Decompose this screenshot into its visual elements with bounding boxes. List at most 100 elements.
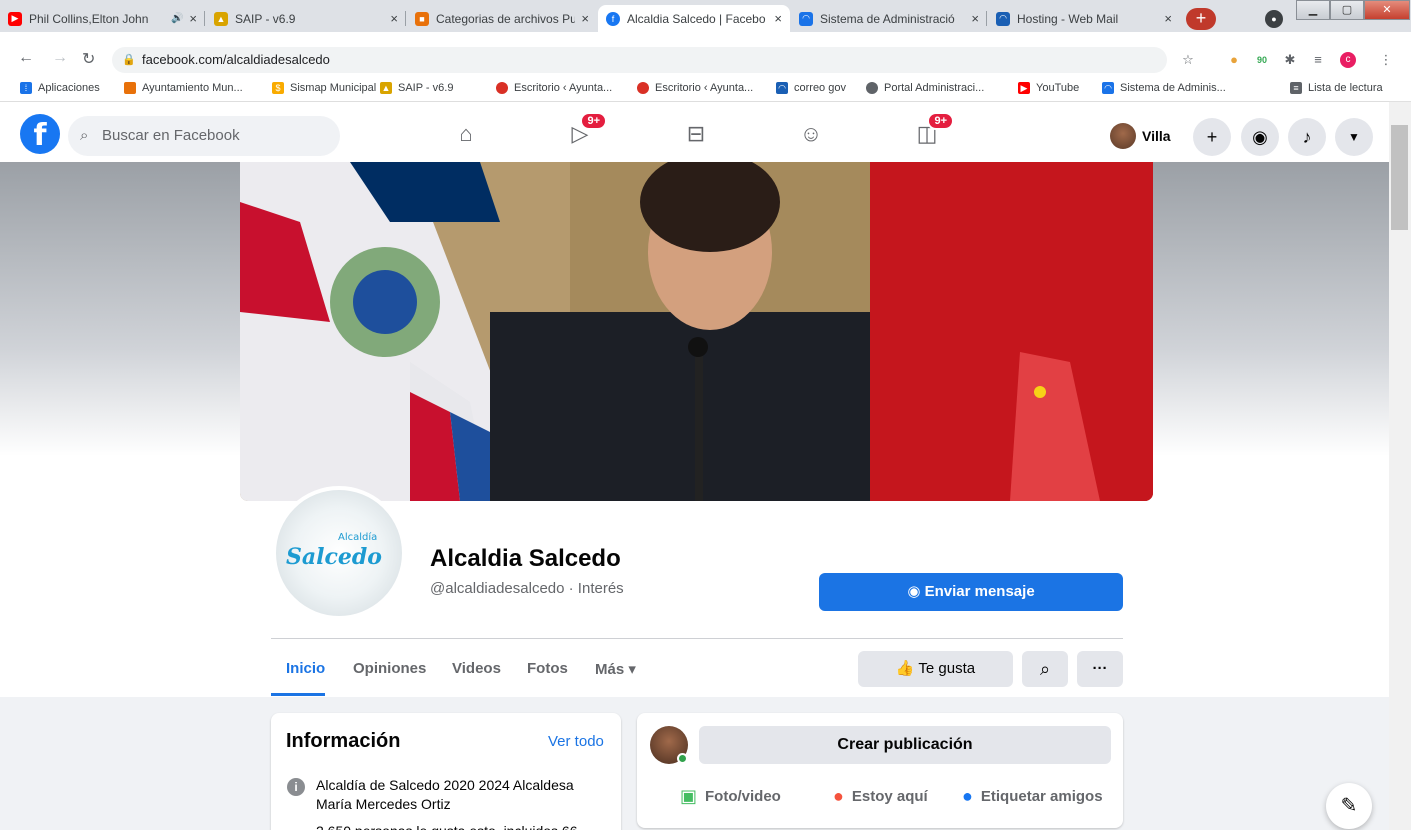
close-icon[interactable]: ×: [189, 11, 197, 26]
menu-dots-icon[interactable]: ⋮: [1378, 52, 1394, 68]
bookmark-item[interactable]: Escritorio ‹ Ayunta...: [496, 82, 612, 94]
close-icon[interactable]: ×: [971, 11, 979, 26]
search-icon: ⌕: [1039, 659, 1051, 679]
extension-badge-icon[interactable]: 90: [1254, 52, 1270, 68]
browser-tab[interactable]: ▲ SAIP - v6.9 ×: [206, 5, 406, 32]
browser-tab[interactable]: ◠ Sistema de Administració ×: [791, 5, 987, 32]
tag-friends-button[interactable]: ● Etiquetar amigos: [962, 786, 1103, 807]
tab-videos[interactable]: Videos: [452, 660, 501, 677]
address-bar[interactable]: 🔒 facebook.com/alcaldiadesalcedo: [112, 47, 1167, 73]
tab-fotos[interactable]: Fotos: [527, 660, 568, 677]
bookmark-label: Lista de lectura: [1308, 82, 1383, 94]
tag-friends-label: Etiquetar amigos: [980, 788, 1103, 805]
bookmark-item[interactable]: ▲ SAIP - v6.9: [380, 82, 453, 94]
new-message-compose-icon[interactable]: ✎: [1326, 783, 1372, 829]
online-status-dot: [677, 753, 688, 764]
close-window-button[interactable]: ✕: [1364, 0, 1410, 20]
tab-title: Sistema de Administració: [820, 11, 955, 26]
avatar: [1110, 123, 1136, 149]
pages-icon[interactable]: ◫ 9+: [912, 112, 954, 148]
reload-icon[interactable]: ↻: [82, 49, 95, 69]
home-icon[interactable]: ⌂: [451, 120, 481, 148]
reading-list-icon: ≡: [1290, 82, 1302, 94]
bookmark-item[interactable]: Ayuntamiento Mun...: [124, 82, 243, 94]
close-icon[interactable]: ×: [1164, 11, 1172, 26]
tab-more[interactable]: Más ▾: [595, 660, 636, 678]
minimize-button[interactable]: ▁: [1296, 0, 1330, 20]
like-page-button[interactable]: 👍 Te gusta: [858, 651, 1013, 687]
user-profile-chip[interactable]: Villa: [1110, 123, 1171, 149]
globe-icon: [866, 82, 878, 94]
page-profile-picture[interactable]: Alcaldía Salcedo: [272, 486, 406, 620]
browser-tab[interactable]: ◠ Hosting - Web Mail ×: [988, 5, 1180, 32]
logo-small-text: Alcaldía: [338, 532, 378, 543]
bookmark-item[interactable]: Portal Administraci...: [866, 82, 984, 94]
tab-title: Phil Collins,Elton John: [29, 11, 149, 26]
scrollbar-thumb[interactable]: [1391, 125, 1408, 230]
bookmark-item[interactable]: ◠ Sistema de Adminis...: [1102, 82, 1226, 94]
youtube-icon: ▶: [8, 11, 22, 26]
tab-inicio[interactable]: Inicio: [286, 660, 325, 677]
account-dropdown-icon[interactable]: ▼: [1335, 118, 1373, 156]
see-all-link[interactable]: Ver todo: [548, 733, 604, 750]
user-name: Villa: [1142, 128, 1171, 144]
browser-tab-active[interactable]: f Alcaldia Salcedo | Facebo ×: [598, 5, 790, 32]
bookmark-label: SAIP - v6.9: [398, 82, 454, 94]
close-icon[interactable]: ×: [774, 11, 782, 26]
marketplace-icon[interactable]: ⊟: [681, 120, 711, 148]
messenger-icon[interactable]: ◉: [1241, 118, 1279, 156]
audio-icon[interactable]: 🔊: [171, 13, 183, 24]
bookmark-apps[interactable]: ⁞ Aplicaciones: [20, 82, 100, 94]
bookmark-item[interactable]: Escritorio ‹ Ayunta...: [637, 82, 753, 94]
bookmark-item[interactable]: $ Sismap Municipal: [272, 82, 376, 94]
puzzle-extensions-icon[interactable]: ✱: [1282, 52, 1298, 68]
close-icon[interactable]: ×: [581, 11, 589, 26]
reading-list-button[interactable]: ≡ Lista de lectura: [1290, 82, 1383, 94]
tab-search-icon[interactable]: ●: [1265, 10, 1283, 28]
bookmark-label: Ayuntamiento Mun...: [142, 82, 243, 94]
reading-list-icon[interactable]: ≡: [1310, 52, 1326, 68]
facebook-logo-icon[interactable]: f: [20, 114, 60, 154]
more-options-button[interactable]: ···: [1077, 651, 1123, 687]
browser-tab[interactable]: ▶ Phil Collins,Elton John 🔊 ×: [0, 5, 205, 32]
messenger-icon: ◉: [907, 583, 925, 600]
page-handle: @alcaldiadesalcedo · Interés: [430, 580, 624, 597]
create-plus-icon[interactable]: +: [1193, 118, 1231, 156]
photo-video-button[interactable]: ▣ Foto/video: [680, 786, 781, 807]
forward-icon[interactable]: →: [52, 49, 68, 67]
apps-grid-icon: ⁞: [20, 82, 32, 94]
browser-tab[interactable]: ■ Categorias de archivos Pu ×: [407, 5, 597, 32]
page-search-button[interactable]: ⌕: [1022, 651, 1068, 687]
bookmark-star-icon[interactable]: ☆: [1180, 52, 1196, 68]
cover-photo[interactable]: [240, 162, 1153, 501]
facebook-icon: f: [606, 11, 620, 26]
tab-title: Alcaldia Salcedo | Facebo: [627, 11, 766, 26]
check-in-label: Estoy aquí: [851, 788, 928, 805]
bookmark-label: Sismap Municipal: [290, 82, 377, 94]
hosting-icon: ◠: [996, 11, 1010, 26]
groups-icon[interactable]: ☺: [796, 120, 826, 148]
create-post-input[interactable]: Crear publicación: [699, 726, 1111, 764]
search-input[interactable]: ⌕ Buscar en Facebook: [68, 116, 340, 156]
bookmark-item[interactable]: ▶ YouTube: [1018, 82, 1079, 94]
search-placeholder: Buscar en Facebook: [102, 127, 240, 144]
bookmark-label: Escritorio ‹ Ayunta...: [514, 82, 613, 94]
bookmark-label: Escritorio ‹ Ayunta...: [655, 82, 754, 94]
logo-text: Salcedo: [286, 544, 382, 570]
profile-avatar-icon[interactable]: c: [1340, 52, 1356, 68]
check-in-button[interactable]: ● Estoy aquí: [833, 786, 928, 807]
bookmark-item[interactable]: ◠ correo gov: [776, 82, 846, 94]
send-message-button[interactable]: ◉ Enviar mensaje: [819, 573, 1123, 611]
url-text: facebook.com/alcaldiadesalcedo: [142, 52, 330, 67]
new-tab-button[interactable]: +: [1186, 8, 1216, 30]
tab-opiniones[interactable]: Opiniones: [353, 660, 426, 677]
notifications-bell-icon[interactable]: ♪: [1288, 118, 1326, 156]
cookie-extension-icon[interactable]: ●: [1226, 52, 1242, 68]
divider: [271, 638, 1123, 639]
maximize-button[interactable]: ▢: [1330, 0, 1364, 20]
back-icon[interactable]: ←: [18, 49, 34, 67]
watch-icon[interactable]: ▷ 9+: [565, 112, 607, 148]
close-icon[interactable]: ×: [390, 11, 398, 26]
watch-badge: 9+: [580, 112, 607, 130]
dollar-icon: $: [272, 82, 284, 94]
